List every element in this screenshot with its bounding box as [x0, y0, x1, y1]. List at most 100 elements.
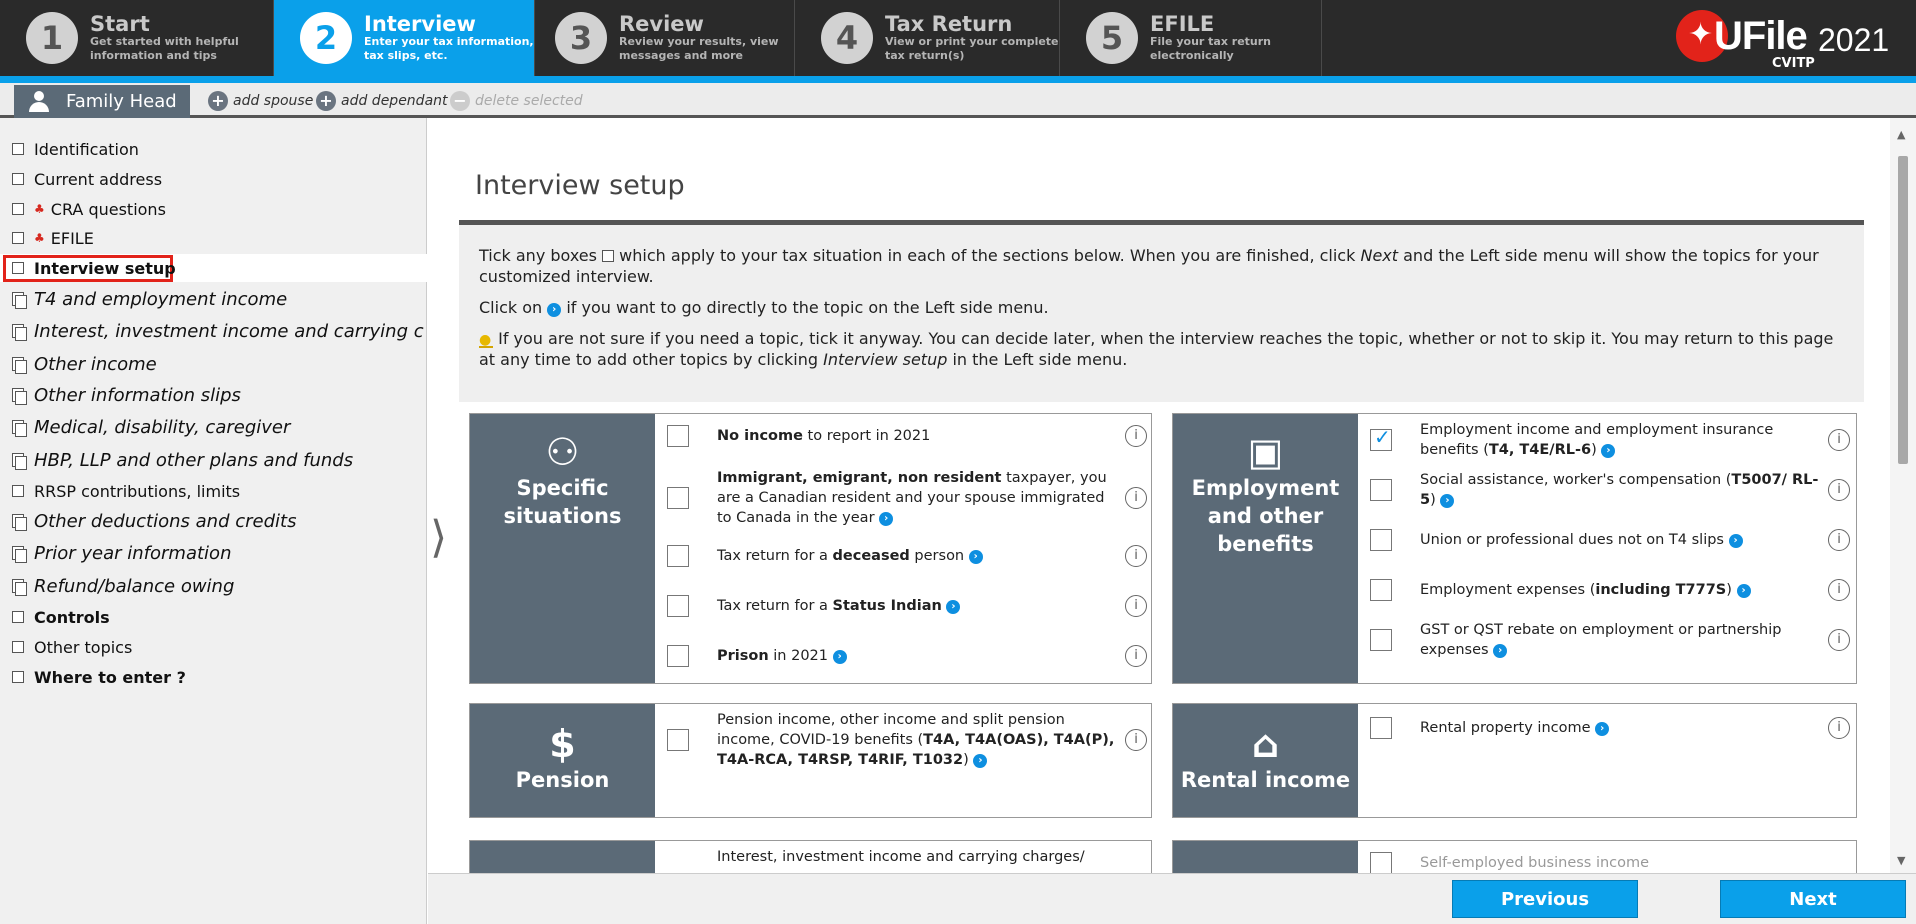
- go-to-topic-icon[interactable]: ›: [1595, 722, 1610, 736]
- topic-row[interactable]: Rental property income › i: [1370, 716, 1850, 740]
- info-icon[interactable]: i: [1828, 479, 1850, 501]
- sidebar-item-label: EFILE: [50, 228, 94, 248]
- step-review[interactable]: 3 Review Review your results, view message…: [535, 0, 795, 76]
- topic-row[interactable]: Union or professional dues not on T4 sli…: [1370, 528, 1850, 552]
- topic-text: ): [1726, 582, 1732, 598]
- go-to-topic-icon[interactable]: ›: [1736, 584, 1751, 598]
- sidebar-item-controls[interactable]: Controls: [12, 603, 424, 631]
- checkbox: [12, 485, 24, 497]
- add-spouse-button[interactable]: + add spouse: [208, 91, 313, 111]
- topic-text: Interest, investment income and carrying…: [717, 849, 1085, 865]
- go-to-topic-icon[interactable]: ›: [946, 600, 961, 614]
- topic-row[interactable]: GST or QST rebate on employment or partn…: [1370, 618, 1850, 662]
- topic-checkbox[interactable]: [667, 487, 689, 509]
- topic-row[interactable]: Social assistance, worker's compensation…: [1370, 468, 1850, 512]
- vertical-scrollbar[interactable]: ▲ ▼: [1890, 118, 1916, 873]
- step-tax-return[interactable]: 4 Tax Return View or print your complete t…: [795, 0, 1060, 76]
- topic-bold-text: including T777S: [1595, 582, 1727, 598]
- topic-checkbox[interactable]: [667, 595, 689, 617]
- step-interview[interactable]: 2 Interview Enter your tax information, ta…: [274, 0, 535, 76]
- sidebar-item-label: CRA questions: [50, 199, 166, 219]
- sidebar-item-other-information-slips[interactable]: Other information slips: [12, 381, 424, 409]
- info-icon[interactable]: i: [1125, 425, 1147, 447]
- sidebar-item-label: Other topics: [34, 637, 133, 657]
- sidebar-item-cra-questions[interactable]: ♣ CRA questions: [12, 195, 424, 223]
- sidebar-item-t4-employment[interactable]: T4 and employment income: [12, 285, 424, 313]
- scroll-up-arrow-icon[interactable]: ▲: [1897, 128, 1905, 141]
- sidebar-item-other-topics[interactable]: Other topics: [12, 633, 424, 661]
- family-head-label: Family Head: [66, 91, 177, 112]
- topic-checkbox[interactable]: [667, 425, 689, 447]
- topic-checkbox[interactable]: [1370, 579, 1392, 601]
- sidebar-item-medical[interactable]: Medical, disability, caregiver: [12, 413, 424, 441]
- sidebar-item-current-address[interactable]: Current address: [12, 165, 424, 193]
- sidebar-item-efile[interactable]: ♣ EFILE: [12, 224, 424, 252]
- topic-row[interactable]: No income to report in 2021 i: [667, 424, 1147, 448]
- sidebar-item-rrsp[interactable]: RRSP contributions, limits: [12, 477, 424, 505]
- go-to-topic-icon[interactable]: ›: [1493, 644, 1508, 658]
- go-to-topic-icon[interactable]: ›: [1728, 534, 1743, 548]
- topic-checkbox-checked[interactable]: [1370, 427, 1392, 451]
- go-to-topic-icon[interactable]: ›: [1601, 444, 1616, 458]
- family-head-tab[interactable]: Family Head: [14, 85, 190, 118]
- topic-row[interactable]: Tax return for a deceased person › i: [667, 544, 1147, 568]
- sidebar-item-interest-investment[interactable]: Interest, investment income and carrying…: [12, 317, 424, 345]
- topic-row[interactable]: Pension income, other income and split p…: [667, 710, 1147, 770]
- go-to-topic-icon[interactable]: ›: [879, 512, 894, 526]
- person-icon: [28, 90, 50, 113]
- scrollbar-thumb[interactable]: [1898, 156, 1908, 464]
- topic-row[interactable]: Self-employed business income: [1370, 851, 1850, 873]
- topic-row[interactable]: Prison in 2021 › i: [667, 644, 1147, 668]
- sidebar-item-hbp-llp[interactable]: HBP, LLP and other plans and funds: [12, 446, 424, 474]
- info-icon[interactable]: i: [1828, 579, 1850, 601]
- topic-checkbox[interactable]: [1370, 852, 1392, 873]
- next-button[interactable]: Next: [1720, 880, 1906, 918]
- go-to-topic-icon[interactable]: ›: [968, 550, 983, 564]
- sidebar-item-other-deductions[interactable]: Other deductions and credits: [12, 507, 424, 535]
- sidebar-item-interview-setup[interactable]: Interview setup: [12, 254, 424, 282]
- sidebar-item-prior-year[interactable]: Prior year information: [12, 539, 424, 567]
- topic-row[interactable]: Tax return for a Status Indian › i: [667, 594, 1147, 618]
- info-icon[interactable]: i: [1125, 595, 1147, 617]
- topic-row[interactable]: Employment expenses (including T777S) › i: [1370, 578, 1850, 602]
- card-label-line: Employment: [1191, 476, 1340, 500]
- topic-checkbox[interactable]: [1370, 479, 1392, 501]
- info-icon[interactable]: i: [1125, 729, 1147, 751]
- topic-checkbox[interactable]: [667, 645, 689, 667]
- topic-checkbox[interactable]: [1370, 629, 1392, 651]
- topic-row[interactable]: Employment income and employment insuran…: [1370, 418, 1850, 462]
- topic-row[interactable]: Interest, investment income and carrying…: [667, 845, 1147, 869]
- scroll-down-arrow-icon[interactable]: ▼: [1897, 854, 1905, 867]
- go-to-topic-icon[interactable]: ›: [973, 754, 988, 768]
- step-efile[interactable]: 5 EFILE File your tax return electronicall…: [1060, 0, 1322, 76]
- card-self-employed: Self-employed business income: [1172, 840, 1857, 873]
- topic-checkbox[interactable]: [1370, 717, 1392, 739]
- sidebar-item-label: Prior year information: [34, 542, 232, 564]
- sidebar-item-refund[interactable]: Refund/balance owing: [12, 572, 424, 600]
- instruction-text: which apply to your tax situation in eac…: [619, 246, 1356, 265]
- sidebar-item-other-income[interactable]: Other income: [12, 350, 424, 378]
- topic-checkbox[interactable]: [1370, 529, 1392, 551]
- info-icon[interactable]: i: [1125, 545, 1147, 567]
- go-to-topic-icon[interactable]: ›: [832, 650, 847, 664]
- sidebar-item-identification[interactable]: Identification: [12, 135, 424, 163]
- info-icon[interactable]: i: [1828, 529, 1850, 551]
- info-icon[interactable]: i: [1125, 487, 1147, 509]
- topic-checkbox[interactable]: [667, 545, 689, 567]
- instruction-text: If you are not sure if you need a topic,…: [479, 329, 1834, 369]
- topic-row[interactable]: Immigrant, emigrant, non resident taxpay…: [667, 468, 1147, 528]
- maple-leaf-icon: ♣: [34, 231, 45, 245]
- step-start[interactable]: 1 Start Get started with helpful informati…: [0, 0, 274, 76]
- add-dependant-button[interactable]: + add dependant: [316, 91, 448, 111]
- instruction-paragraph: Click on › if you want to go directly to…: [479, 297, 1844, 318]
- info-icon[interactable]: i: [1828, 717, 1850, 739]
- collapse-sidebar-handle[interactable]: ⟩: [430, 512, 447, 563]
- checkbox: [12, 262, 24, 274]
- go-to-topic-icon[interactable]: ›: [1440, 494, 1455, 508]
- info-icon[interactable]: i: [1125, 645, 1147, 667]
- info-icon[interactable]: i: [1828, 429, 1850, 451]
- previous-button[interactable]: Previous: [1452, 880, 1638, 918]
- sidebar-item-where-to-enter[interactable]: Where to enter ?: [12, 663, 424, 691]
- topic-checkbox[interactable]: [667, 729, 689, 751]
- info-icon[interactable]: i: [1828, 629, 1850, 651]
